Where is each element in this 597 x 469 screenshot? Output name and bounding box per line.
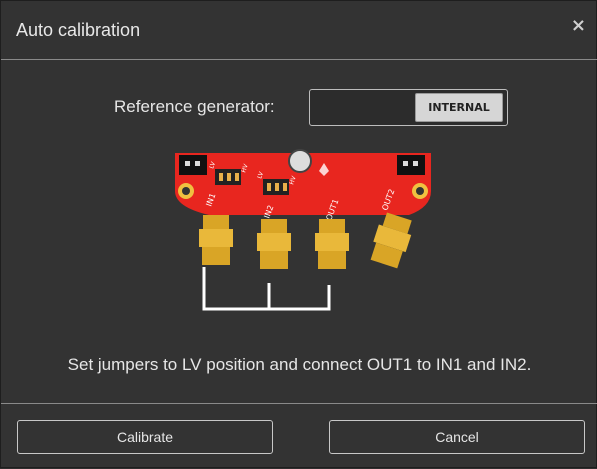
header-right (397, 155, 425, 175)
header-left (179, 155, 207, 175)
calibration-cable (202, 267, 331, 311)
reference-generator-value: INTERNAL (415, 93, 503, 122)
auto-calibration-dialog: Auto calibration × Reference generator: … (0, 0, 597, 468)
sma-connector-in1 (199, 215, 233, 265)
dialog-header: Auto calibration × (1, 1, 597, 60)
sma-connector-out1 (315, 219, 349, 269)
cancel-button[interactable]: Cancel (329, 420, 585, 454)
close-icon[interactable]: × (571, 15, 586, 36)
center-led (288, 149, 312, 173)
dialog-title: Auto calibration (16, 20, 141, 40)
sma-connector-in2 (257, 219, 291, 269)
calibrate-button[interactable]: Calibrate (17, 420, 273, 454)
instruction-text: Set jumpers to LV position and connect O… (67, 355, 532, 374)
dialog-footer: Calibrate Cancel (1, 403, 597, 469)
board-illustration: IN1 IN2 OUT1 OUT2 LV HV LV HV (175, 149, 431, 311)
sma-connector-out2 (370, 212, 412, 269)
reference-generator-label: Reference generator: (114, 97, 275, 116)
reference-generator-toggle[interactable]: INTERNAL (309, 89, 508, 126)
